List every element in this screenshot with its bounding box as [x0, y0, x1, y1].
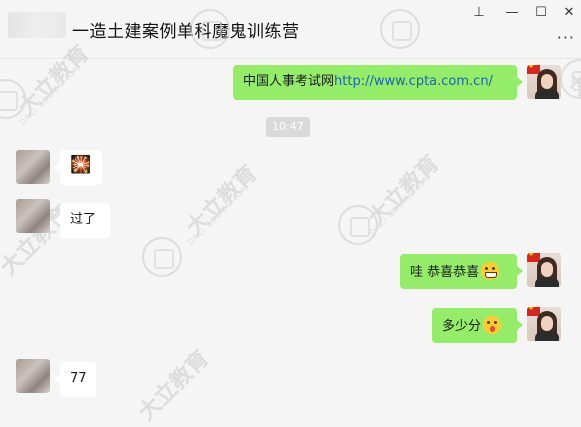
message-text: 中国人事考试网: [243, 74, 335, 89]
close-button[interactable]: ✕: [556, 2, 581, 22]
contact-avatar[interactable]: [16, 199, 50, 233]
chat-title: 一造土建案例单科魔鬼训练营: [72, 22, 300, 42]
my-avatar[interactable]: [527, 253, 561, 287]
maximize-icon: ☐: [535, 4, 547, 20]
more-options-icon[interactable]: ···: [557, 28, 575, 47]
maximize-button[interactable]: ☐: [528, 2, 554, 22]
contact-avatar[interactable]: [16, 359, 50, 393]
chat-area[interactable]: 大立教育 DALI EDUCATION 大立教育 DALI EDUCATION …: [0, 9, 581, 426]
minimize-icon: —: [505, 4, 519, 20]
surprised-face-emoji: [483, 316, 502, 334]
contact-avatar[interactable]: [16, 150, 50, 184]
pin-button[interactable]: ⊥: [466, 2, 492, 22]
close-icon: ✕: [563, 4, 575, 20]
message-timestamp: 10:47: [266, 117, 310, 137]
message-bubble-incoming[interactable]: 77: [54, 362, 96, 397]
message-link[interactable]: http://www.cpta.com.cn/: [334, 74, 493, 89]
my-avatar[interactable]: [527, 307, 561, 341]
my-avatar[interactable]: [527, 65, 561, 99]
message-text: 哇 恭喜恭喜: [410, 265, 480, 280]
message-text: 过了: [70, 212, 97, 227]
message-bubble-incoming[interactable]: 过了: [54, 203, 110, 238]
message-bubble-outgoing[interactable]: 中国人事考试网http://www.cpta.com.cn/: [233, 65, 523, 100]
message-bubble-outgoing[interactable]: 哇 恭喜恭喜: [400, 254, 523, 289]
group-avatar[interactable]: [8, 12, 66, 38]
title-bar: 一造土建案例单科魔鬼训练营 ⊥ — ☐ ✕ ···: [0, 0, 581, 59]
firework-emoji: 🎇: [70, 155, 92, 175]
grinning-face-emoji: [481, 262, 500, 280]
message-text: 多少分: [442, 319, 482, 334]
message-text: 77: [70, 371, 87, 386]
minimize-button[interactable]: —: [499, 2, 525, 22]
message-bubble-outgoing[interactable]: 多少分: [432, 308, 523, 343]
message-bubble-incoming[interactable]: 🎇: [54, 150, 102, 185]
pin-icon: ⊥: [473, 4, 485, 20]
